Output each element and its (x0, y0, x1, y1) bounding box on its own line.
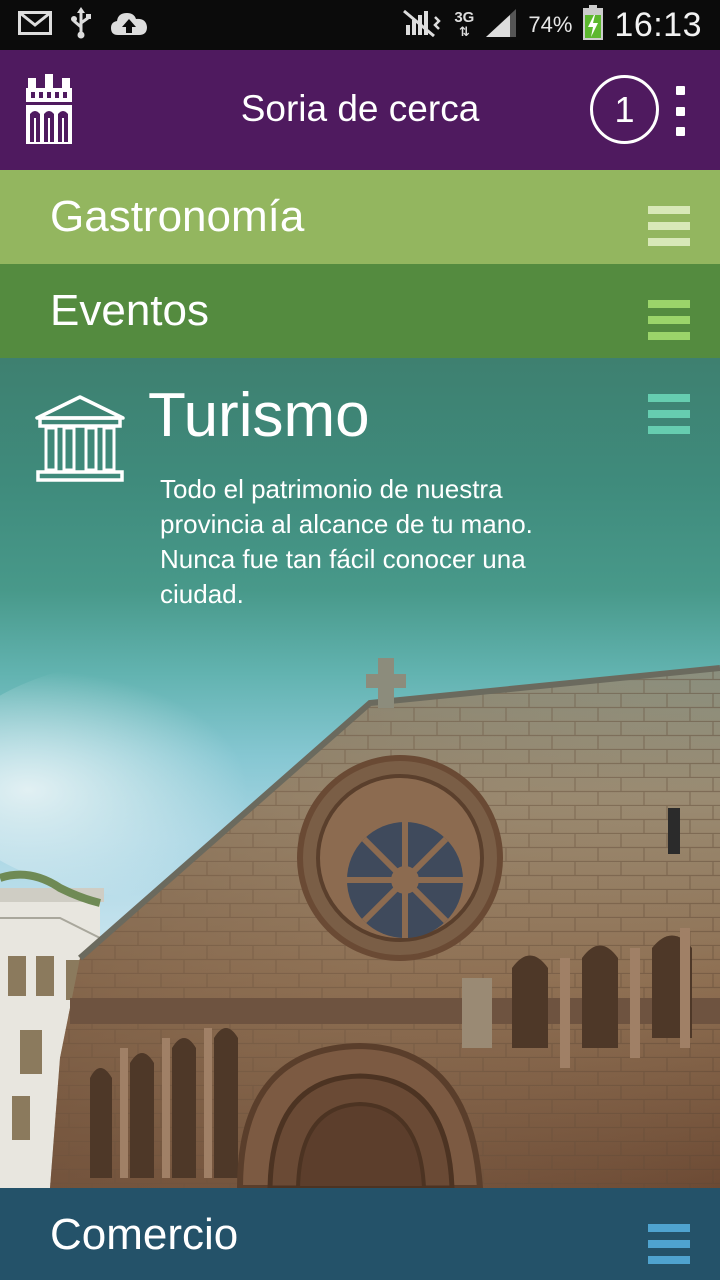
menu-icon[interactable] (648, 394, 690, 434)
cell-signal-icon (484, 8, 518, 43)
status-bar: 3G ⇅ 74% 16:13 (0, 0, 720, 50)
category-label: Gastronomía (50, 192, 305, 241)
category-label: Comercio (50, 1210, 239, 1259)
category-description: Todo el patrimonio de nuestra provincia … (160, 474, 533, 609)
category-comercio[interactable]: Comercio (0, 1188, 720, 1280)
usb-icon (70, 6, 92, 44)
category-label: Eventos (50, 286, 209, 335)
more-vert-icon[interactable] (668, 86, 692, 136)
clock: 16:13 (614, 5, 702, 44)
battery-percent: 74% (528, 12, 573, 37)
menu-icon[interactable] (648, 206, 690, 246)
notification-count-badge[interactable]: 1 (590, 75, 659, 144)
menu-icon[interactable] (648, 1224, 690, 1264)
mail-icon (18, 10, 52, 40)
category-label: Turismo (148, 381, 370, 450)
app-bar: Soria de cerca 1 (0, 50, 720, 170)
menu-icon[interactable] (648, 300, 690, 340)
network-type-label: 3G (454, 9, 475, 26)
category-eventos[interactable]: Eventos (0, 264, 720, 358)
category-turismo[interactable]: Turismo Todo el patrimonio de nuestra pr… (0, 358, 720, 1188)
battery-charging-icon (582, 4, 604, 46)
category-gastronomia[interactable]: Gastronomía (0, 170, 720, 264)
network-3g-icon: 3G ⇅ (454, 9, 475, 39)
status-bar-notifications (18, 6, 148, 44)
signal-muted-icon (402, 9, 444, 42)
temple-icon (34, 394, 126, 484)
cloud-upload-icon (110, 10, 148, 41)
status-bar-system: 3G ⇅ 74% 16:13 (402, 0, 702, 50)
